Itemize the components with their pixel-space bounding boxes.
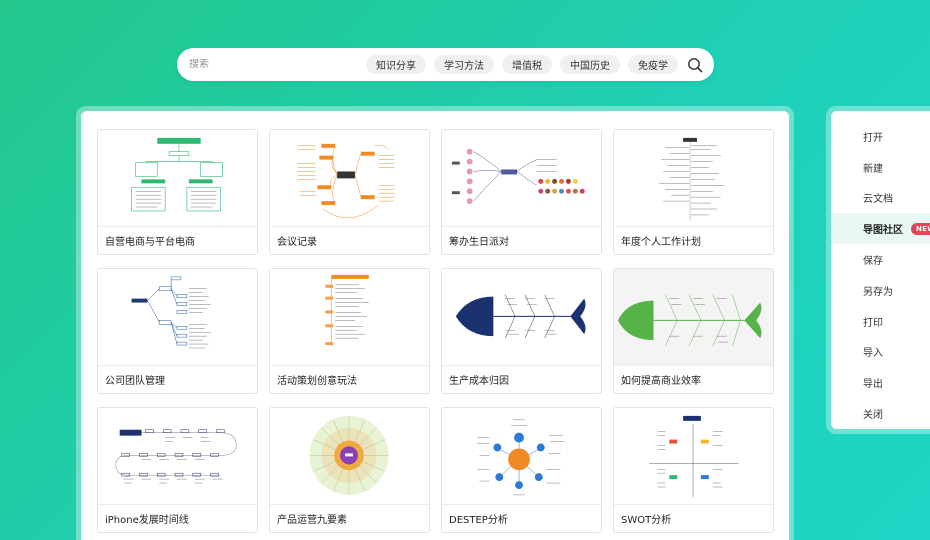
menu-item-new[interactable]: 新建 xyxy=(831,152,930,183)
template-thumbnail xyxy=(442,269,601,366)
search-input[interactable] xyxy=(189,59,366,70)
template-title: SWOT分析 xyxy=(621,514,672,526)
template-title: 如何提高商业效率 xyxy=(621,375,701,387)
template-card[interactable]: 产品运营九要素 xyxy=(269,407,430,533)
menu-item-print[interactable]: 打印 xyxy=(831,306,930,337)
menu-item-label: 另存为 xyxy=(863,286,893,298)
template-thumbnail xyxy=(270,408,429,505)
menu-item-save[interactable]: 保存 xyxy=(831,244,930,275)
menu-item-label: 打开 xyxy=(863,132,883,144)
template-title: 活动策划创意玩法 xyxy=(277,375,357,387)
template-card[interactable]: 年度个人工作计划 xyxy=(613,129,774,255)
search-tag[interactable]: 免疫学 xyxy=(628,55,678,74)
template-thumbnail xyxy=(98,130,257,227)
template-title: 自营电商与平台电商 xyxy=(105,236,195,248)
menu-item-label: 导出 xyxy=(863,379,883,391)
template-title: DESTEP分析 xyxy=(449,514,508,526)
template-thumbnail xyxy=(270,269,429,366)
template-card[interactable]: 公司团队管理 xyxy=(97,268,258,394)
menu-item-mindmap-community[interactable]: 导图社区 NEW xyxy=(831,213,930,245)
template-title: 产品运营九要素 xyxy=(277,514,347,526)
menu-item-label: 保存 xyxy=(863,256,883,268)
template-card[interactable]: 自营电商与平台电商 xyxy=(97,129,258,255)
template-title: 年度个人工作计划 xyxy=(621,236,701,248)
template-card[interactable]: SWOT分析 xyxy=(613,407,774,533)
template-title: 筹办生日派对 xyxy=(449,236,509,248)
template-thumbnail xyxy=(614,130,773,227)
file-menu: 打开 新建 云文档 导图社区 NEW 保存 另存为 打印 导入 导出 关闭 xyxy=(831,111,930,429)
template-title: 生产成本归因 xyxy=(449,375,509,387)
template-panel-frame: 自营电商与平台电商 会议记录 筹办生日派对 年度个人工作计划 公司团队管理 活动… xyxy=(76,106,794,540)
template-card[interactable]: 筹办生日派对 xyxy=(441,129,602,255)
template-card[interactable]: 如何提高商业效率 xyxy=(613,268,774,394)
menu-item-close[interactable]: 关闭 xyxy=(831,398,930,429)
menu-item-label: 关闭 xyxy=(863,410,883,422)
search-icon[interactable] xyxy=(686,56,704,74)
template-thumbnail xyxy=(614,269,773,366)
template-thumbnail xyxy=(442,130,601,227)
template-card[interactable]: 会议记录 xyxy=(269,129,430,255)
menu-item-label: 导图社区 xyxy=(863,225,903,237)
template-card[interactable]: 活动策划创意玩法 xyxy=(269,268,430,394)
menu-item-cloud-docs[interactable]: 云文档 xyxy=(831,183,930,214)
search-tag[interactable]: 中国历史 xyxy=(560,55,620,74)
template-thumbnail xyxy=(270,130,429,227)
menu-item-open[interactable]: 打开 xyxy=(831,121,930,152)
menu-item-import[interactable]: 导入 xyxy=(831,337,930,368)
menu-item-label: 打印 xyxy=(863,317,883,329)
template-card[interactable]: iPhone发展时间线 xyxy=(97,407,258,533)
search-tag[interactable]: 学习方法 xyxy=(434,55,494,74)
template-card[interactable]: 生产成本归因 xyxy=(441,268,602,394)
new-badge: NEW xyxy=(911,222,930,235)
menu-item-label: 云文档 xyxy=(863,194,893,206)
template-thumbnail xyxy=(442,408,601,505)
menu-item-export[interactable]: 导出 xyxy=(831,367,930,398)
search-tags: 知识分享 学习方法 增值税 中国历史 免疫学 xyxy=(366,55,678,74)
file-menu-frame: 打开 新建 云文档 导图社区 NEW 保存 另存为 打印 导入 导出 关闭 xyxy=(826,106,930,434)
template-card[interactable]: DESTEP分析 xyxy=(441,407,602,533)
template-thumbnail xyxy=(98,269,257,366)
template-grid: 自营电商与平台电商 会议记录 筹办生日派对 年度个人工作计划 公司团队管理 活动… xyxy=(97,129,774,533)
template-panel: 自营电商与平台电商 会议记录 筹办生日派对 年度个人工作计划 公司团队管理 活动… xyxy=(81,111,789,540)
template-title: iPhone发展时间线 xyxy=(105,514,189,526)
template-thumbnail xyxy=(614,408,773,505)
menu-item-label: 新建 xyxy=(863,163,883,175)
template-thumbnail xyxy=(98,408,257,505)
search-bar: 知识分享 学习方法 增值税 中国历史 免疫学 xyxy=(177,48,714,81)
search-tag[interactable]: 知识分享 xyxy=(366,55,426,74)
template-title: 公司团队管理 xyxy=(105,375,165,387)
menu-item-label: 导入 xyxy=(863,348,883,360)
template-title: 会议记录 xyxy=(277,236,317,248)
search-tag[interactable]: 增值税 xyxy=(502,55,552,74)
menu-item-save-as[interactable]: 另存为 xyxy=(831,275,930,306)
